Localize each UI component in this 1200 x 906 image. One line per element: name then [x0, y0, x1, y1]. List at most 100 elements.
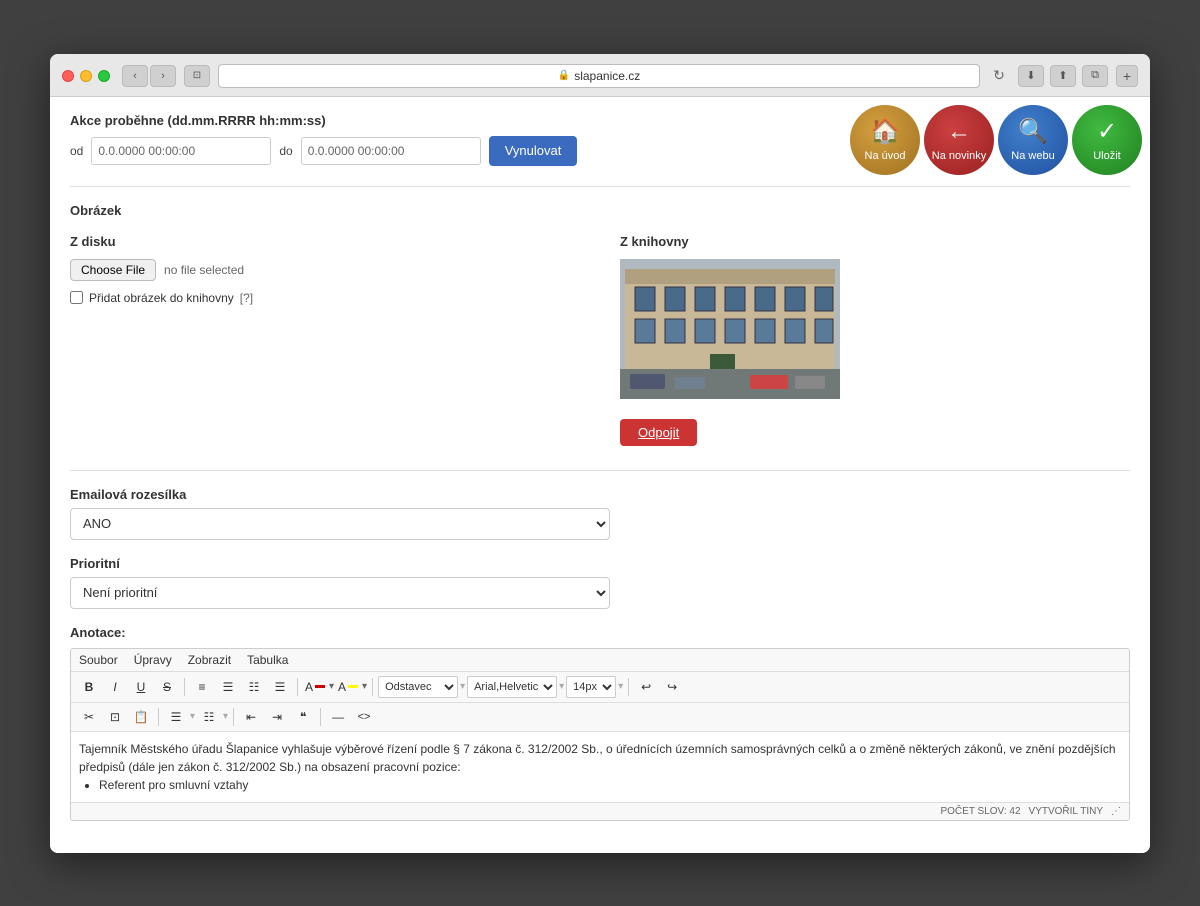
- maximize-button[interactable]: [98, 70, 110, 82]
- priority-label: Prioritní: [70, 556, 1130, 571]
- resize-handle[interactable]: ⋰: [1111, 806, 1121, 817]
- back-arrow[interactable]: ‹: [122, 65, 148, 87]
- bold-button[interactable]: B: [77, 676, 101, 698]
- top-nav-buttons: 🏠 Na úvod ← Na novinky 🔍 Na webu ✓ Uloži…: [842, 97, 1150, 183]
- ol-arrow[interactable]: ▾: [223, 711, 228, 722]
- annotation-section: Anotace: Soubor Úpravy Zobrazit Tabulka …: [70, 625, 1130, 821]
- highlight-icon: A: [338, 680, 358, 694]
- home-icon: 🏠: [870, 117, 900, 146]
- save-button[interactable]: ✓ Uložit: [1072, 105, 1142, 175]
- align-center-button[interactable]: ☰: [216, 676, 240, 698]
- divider-1: [70, 186, 1130, 187]
- building-svg: [620, 259, 840, 399]
- web-label: Na webu: [1011, 150, 1054, 162]
- choose-file-row: Choose File no file selected: [70, 259, 580, 281]
- editor-footer: POČET SLOV: 42 VYTVOŘIL TINY ⋰: [71, 802, 1129, 820]
- email-label: Emailová rozesílka: [70, 487, 1130, 502]
- sep3: [372, 678, 373, 696]
- ul-button[interactable]: ☰: [164, 706, 188, 728]
- indent-more-button[interactable]: ⇥: [265, 706, 289, 728]
- z-knihovny-label: Z knihovny: [620, 234, 1130, 249]
- browser-actions: ⬇ ⬆ ⧉: [1018, 65, 1108, 87]
- strikethrough-button[interactable]: S: [155, 676, 179, 698]
- od-label: od: [70, 144, 83, 158]
- word-count: POČET SLOV: 42: [940, 806, 1020, 817]
- size-arrow: ▾: [618, 681, 623, 692]
- indent-less-button[interactable]: ⇤: [239, 706, 263, 728]
- size-select[interactable]: 14px: [566, 676, 616, 698]
- menu-zobrazit[interactable]: Zobrazit: [188, 653, 231, 667]
- tab-button[interactable]: ⊡: [184, 65, 210, 87]
- undo-button[interactable]: ↩: [634, 676, 658, 698]
- blockquote-button[interactable]: ❝: [291, 706, 315, 728]
- download-icon[interactable]: ⬇: [1018, 65, 1044, 87]
- hr-button[interactable]: —: [326, 706, 350, 728]
- font-select[interactable]: Arial,Helvetic...: [467, 676, 557, 698]
- underline-button[interactable]: U: [129, 676, 153, 698]
- font-arrow: ▾: [559, 681, 564, 692]
- save-label: Uložit: [1093, 150, 1121, 162]
- od-input[interactable]: [91, 137, 271, 165]
- help-link[interactable]: [?]: [240, 291, 253, 305]
- reload-button[interactable]: ↻: [988, 65, 1010, 87]
- font-color-icon: A: [305, 680, 325, 694]
- code-button[interactable]: <>: [352, 706, 376, 728]
- do-input[interactable]: [301, 137, 481, 165]
- editor-body[interactable]: Tajemník Městského úřadu Šlapanice vyhla…: [71, 732, 1129, 802]
- address-bar[interactable]: 🔒 slapanice.cz: [218, 64, 980, 88]
- align-right-button[interactable]: ☷: [242, 676, 266, 698]
- home-button[interactable]: 🏠 Na úvod: [850, 105, 920, 175]
- format-select[interactable]: Odstavec: [378, 676, 458, 698]
- menu-tabulka[interactable]: Tabulka: [247, 653, 288, 667]
- editor-list-item: Referent pro smluvní vztahy: [99, 776, 1121, 794]
- new-tab-button[interactable]: +: [1116, 65, 1138, 87]
- sep6: [233, 708, 234, 726]
- align-justify-button[interactable]: ☰: [268, 676, 292, 698]
- email-section: Emailová rozesílka ANO NE: [70, 487, 1130, 540]
- menu-soubor[interactable]: Soubor: [79, 653, 118, 667]
- forward-arrow[interactable]: ›: [150, 65, 176, 87]
- cut-button[interactable]: ✂: [77, 706, 101, 728]
- sep1: [184, 678, 185, 696]
- paste-button[interactable]: 📋: [129, 706, 153, 728]
- image-section: Obrázek Z disku Choose File no file sele…: [70, 203, 1130, 446]
- sep5: [158, 708, 159, 726]
- odpojit-button[interactable]: Odpojit: [620, 419, 697, 446]
- highlight-arrow[interactable]: ▾: [362, 681, 367, 692]
- save-icon: ✓: [1097, 117, 1117, 146]
- novinky-button[interactable]: ← Na novinky: [924, 105, 994, 175]
- ol-button[interactable]: ☷: [197, 706, 221, 728]
- priority-select[interactable]: Není prioritní Prioritní: [70, 577, 610, 609]
- url-text: slapanice.cz: [574, 69, 640, 83]
- redo-button[interactable]: ↪: [660, 676, 684, 698]
- share-icon[interactable]: ⬆: [1050, 65, 1076, 87]
- tabs-icon[interactable]: ⧉: [1082, 65, 1108, 87]
- form-area: Akce proběhne (dd.mm.RRRR hh:mm:ss) od d…: [50, 97, 1150, 853]
- lock-icon: 🔒: [558, 70, 570, 81]
- ul-arrow[interactable]: ▾: [190, 711, 195, 722]
- back-icon: ←: [947, 118, 971, 146]
- font-color-swatch: [315, 685, 325, 688]
- editor-paragraph: Tajemník Městského úřadu Šlapanice vyhla…: [79, 740, 1121, 776]
- email-select[interactable]: ANO NE: [70, 508, 610, 540]
- z-disku-column: Z disku Choose File no file selected Při…: [70, 234, 580, 446]
- add-to-library-checkbox[interactable]: [70, 291, 83, 304]
- home-label: Na úvod: [865, 150, 906, 162]
- editor-toolbar-row2: ✂ ⊡ 📋 ☰ ▾ ☷ ▾ ⇤ ⇥ ❝ — <>: [71, 703, 1129, 732]
- format-arrow: ▾: [460, 681, 465, 692]
- font-color-arrow[interactable]: ▾: [329, 681, 334, 692]
- italic-button[interactable]: I: [103, 676, 127, 698]
- menu-upravy[interactable]: Úpravy: [134, 653, 172, 667]
- close-button[interactable]: [62, 70, 74, 82]
- choose-file-button[interactable]: Choose File: [70, 259, 156, 281]
- copy-button[interactable]: ⊡: [103, 706, 127, 728]
- minimize-button[interactable]: [80, 70, 92, 82]
- font-color-button[interactable]: A: [303, 676, 327, 698]
- align-left-button[interactable]: ≡: [190, 676, 214, 698]
- vynulovat-button[interactable]: Vynulovat: [489, 136, 578, 166]
- highlight-button[interactable]: A: [336, 676, 360, 698]
- web-search-button[interactable]: 🔍 Na webu: [998, 105, 1068, 175]
- priority-section: Prioritní Není prioritní Prioritní: [70, 556, 1130, 609]
- library-image: [620, 259, 840, 399]
- editor-container: Soubor Úpravy Zobrazit Tabulka B I U S ≡…: [70, 648, 1130, 821]
